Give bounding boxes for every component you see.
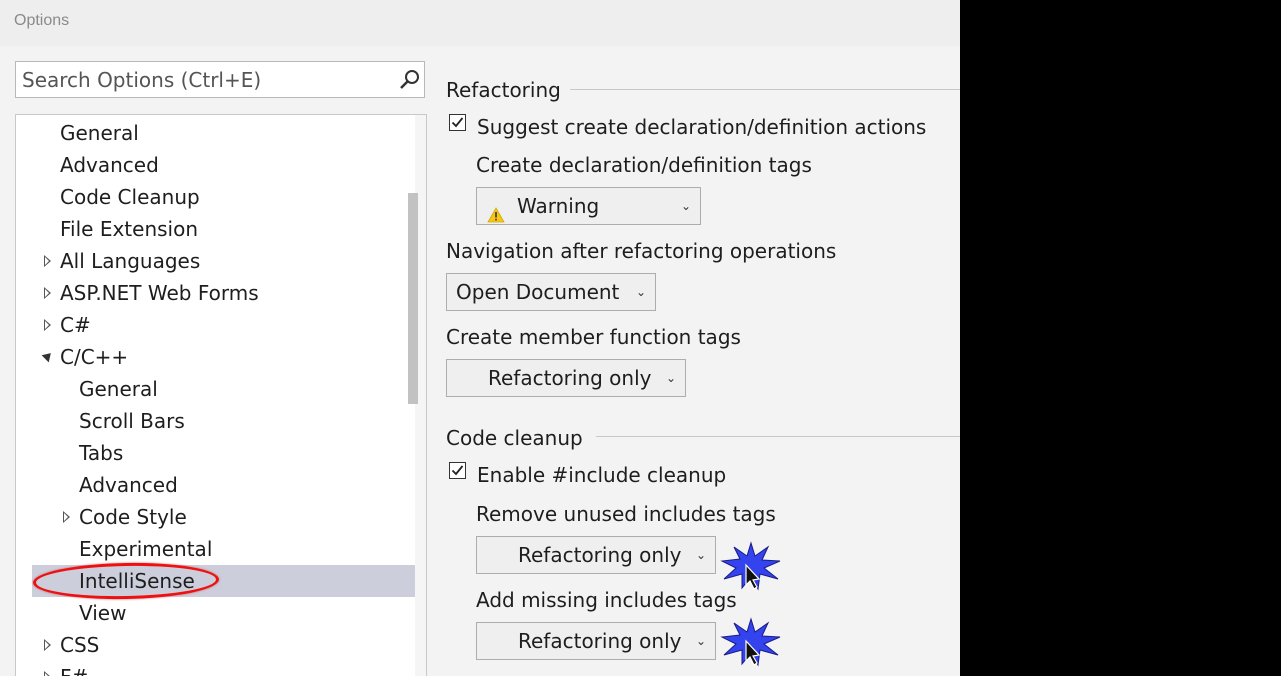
member-tags-value: Refactoring only bbox=[488, 366, 652, 390]
search-box[interactable] bbox=[15, 61, 425, 98]
tree-item-file-extension[interactable]: File Extension bbox=[32, 213, 416, 245]
include-cleanup-label[interactable]: Enable #include cleanup bbox=[477, 462, 726, 488]
tree-item-cpp-advanced[interactable]: Advanced bbox=[32, 469, 416, 501]
warning-icon bbox=[487, 198, 505, 234]
expand-arrow-icon[interactable] bbox=[44, 287, 51, 299]
tree-item-csharp[interactable]: C# bbox=[32, 309, 416, 341]
title-bar[interactable]: Options bbox=[0, 0, 960, 46]
tree-item-label: General bbox=[79, 377, 158, 401]
include-cleanup-checkbox[interactable] bbox=[449, 462, 466, 479]
tree-item-aspnet-web-forms[interactable]: ASP.NET Web Forms bbox=[32, 277, 416, 309]
remove-unused-value: Refactoring only bbox=[518, 543, 682, 567]
refactoring-header: Refactoring bbox=[446, 78, 561, 102]
member-tags-dropdown[interactable]: Refactoring only ⌄ bbox=[446, 359, 686, 397]
expand-arrow-icon[interactable] bbox=[44, 255, 51, 267]
starburst-cursor-icon bbox=[720, 541, 781, 591]
tree-scrollbar-thumb[interactable] bbox=[408, 193, 418, 404]
expand-arrow-icon[interactable] bbox=[44, 319, 51, 331]
tree-item-label: Code Cleanup bbox=[60, 185, 200, 209]
code-cleanup-header: Code cleanup bbox=[446, 426, 583, 450]
tree-item-cpp-code-style[interactable]: Code Style bbox=[32, 501, 416, 533]
chevron-down-icon: ⌄ bbox=[666, 371, 677, 385]
tree-item-label: General bbox=[60, 121, 139, 145]
tree-item-label: Tabs bbox=[79, 441, 124, 465]
remove-unused-label: Remove unused includes tags bbox=[476, 502, 776, 526]
chevron-down-icon: ⌄ bbox=[681, 199, 692, 213]
tree-item-cpp-view[interactable]: View bbox=[32, 597, 416, 629]
nav-value: Open Document bbox=[456, 280, 620, 304]
options-dialog: Options General Advanced Code Cleanup Fi… bbox=[0, 0, 960, 676]
checkmark-icon bbox=[451, 465, 464, 476]
chevron-down-icon: ⌄ bbox=[636, 285, 647, 299]
decl-tags-label: Create declaration/definition tags bbox=[476, 153, 812, 177]
search-icon[interactable] bbox=[398, 68, 422, 92]
member-tags-label: Create member function tags bbox=[446, 325, 741, 349]
tree-item-label: ASP.NET Web Forms bbox=[60, 281, 259, 305]
tree-item-label: Code Style bbox=[79, 505, 187, 529]
remove-unused-dropdown[interactable]: Refactoring only ⌄ bbox=[476, 536, 716, 574]
nav-label: Navigation after refactoring operations bbox=[446, 239, 837, 263]
tree-item-label: File Extension bbox=[60, 217, 199, 241]
starburst-cursor-icon bbox=[720, 617, 781, 667]
checkmark-icon bbox=[451, 117, 464, 128]
add-missing-value: Refactoring only bbox=[518, 629, 682, 653]
decl-tags-value: Warning bbox=[517, 194, 600, 218]
tree-item-css[interactable]: CSS bbox=[32, 629, 416, 661]
tree-item-cpp-tabs[interactable]: Tabs bbox=[32, 437, 416, 469]
tree-item-label: Advanced bbox=[60, 153, 159, 177]
collapse-arrow-icon[interactable] bbox=[41, 349, 55, 363]
tree-item-cpp-general[interactable]: General bbox=[32, 373, 416, 405]
chevron-down-icon: ⌄ bbox=[696, 634, 707, 648]
window-title: Options bbox=[14, 12, 70, 29]
section-divider bbox=[570, 89, 960, 90]
tree-item-label: Advanced bbox=[79, 473, 178, 497]
section-divider bbox=[596, 436, 960, 437]
tree-item-code-cleanup[interactable]: Code Cleanup bbox=[32, 181, 416, 213]
tree-item-label: All Languages bbox=[60, 249, 201, 273]
tree-item-label: C# bbox=[60, 313, 91, 337]
search-input[interactable] bbox=[16, 62, 392, 97]
expand-arrow-icon[interactable] bbox=[44, 671, 51, 676]
chevron-down-icon: ⌄ bbox=[696, 548, 707, 562]
tree-item-label: View bbox=[79, 601, 127, 625]
add-missing-label: Add missing includes tags bbox=[476, 588, 737, 612]
expand-arrow-icon[interactable] bbox=[63, 511, 70, 523]
tree-item-label: Scroll Bars bbox=[79, 409, 185, 433]
tree-item-label: Experimental bbox=[79, 537, 213, 561]
tree-item-label: CSS bbox=[60, 633, 100, 657]
expand-arrow-icon[interactable] bbox=[44, 639, 51, 651]
tree-item-label: C/C++ bbox=[60, 345, 129, 369]
decl-tags-dropdown[interactable]: Warning ⌄ bbox=[476, 187, 701, 225]
tree-item-cpp-experimental[interactable]: Experimental bbox=[32, 533, 416, 565]
suggest-actions-checkbox[interactable] bbox=[449, 114, 466, 131]
add-missing-dropdown[interactable]: Refactoring only ⌄ bbox=[476, 622, 716, 660]
tree-item-advanced[interactable]: Advanced bbox=[32, 149, 416, 181]
suggest-actions-label[interactable]: Suggest create declaration/definition ac… bbox=[477, 114, 926, 140]
tree-item-label: F# bbox=[60, 661, 88, 676]
tree-item-cpp-scroll-bars[interactable]: Scroll Bars bbox=[32, 405, 416, 437]
tree-item-general[interactable]: General bbox=[32, 117, 416, 149]
tree-item-all-languages[interactable]: All Languages bbox=[32, 245, 416, 277]
tree-item-fsharp[interactable]: F# bbox=[32, 661, 416, 676]
tree-item-c-cpp[interactable]: C/C++ bbox=[32, 341, 416, 373]
nav-dropdown[interactable]: Open Document ⌄ bbox=[446, 273, 656, 311]
